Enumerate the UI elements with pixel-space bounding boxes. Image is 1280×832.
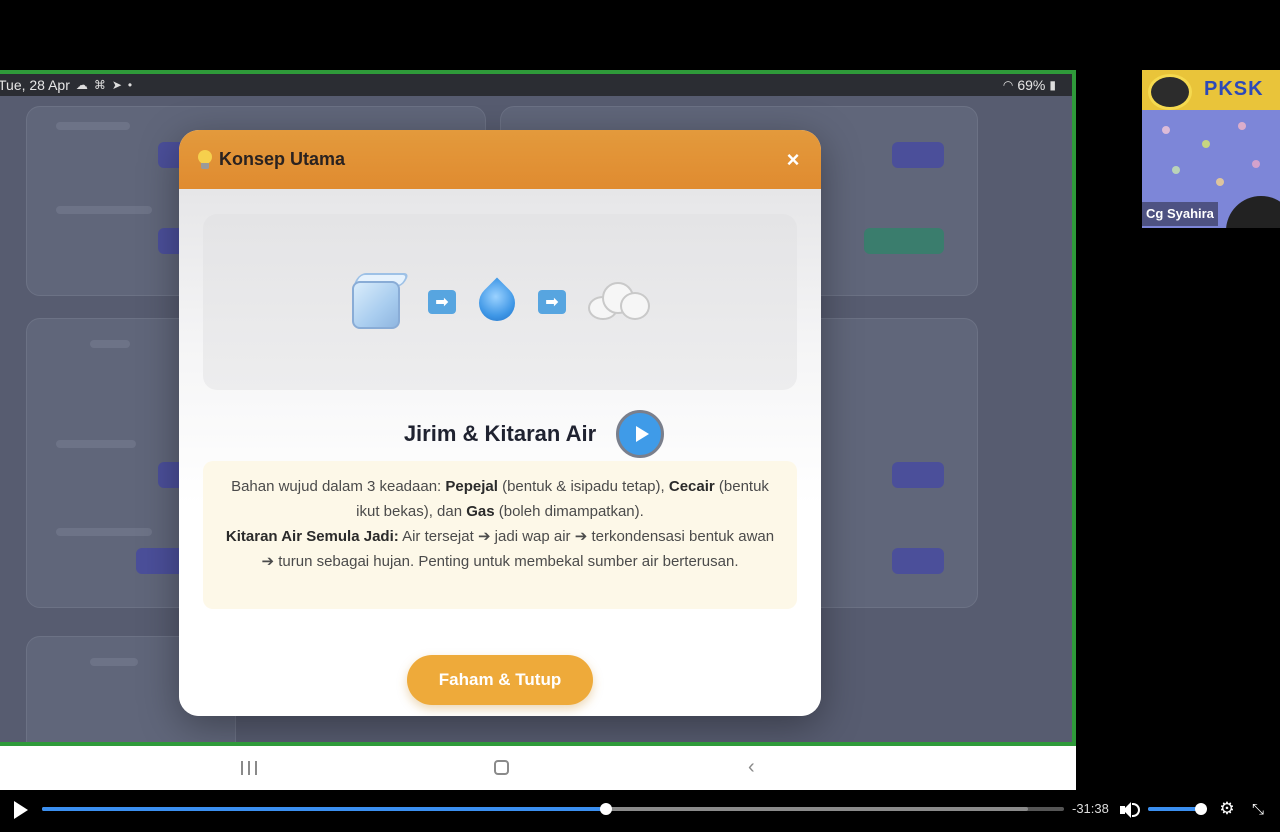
webcam-thumbnail: PKSK Cg Syahira xyxy=(1142,70,1280,228)
modal-title-group: Konsep Utama xyxy=(197,149,345,170)
progress-handle[interactable] xyxy=(600,803,613,815)
volume-slider[interactable] xyxy=(1148,803,1208,815)
home-icon[interactable] xyxy=(494,760,509,775)
concept-description: Bahan wujud dalam 3 keadaan: Pepejal (be… xyxy=(203,461,797,609)
understand-close-button[interactable]: Faham & Tutup xyxy=(407,655,593,705)
bg-line xyxy=(56,528,152,536)
wifi-icon: ◠ xyxy=(1002,78,1014,92)
bg-line xyxy=(56,440,136,448)
bg-button xyxy=(892,462,944,488)
topic-title: Jirim & Kitaran Air xyxy=(403,421,597,446)
player-controls: -31:38 ⚙ ⤡ xyxy=(0,790,1280,832)
right-arrow-icon: ➡ xyxy=(538,290,566,314)
water-cycle-illustration: ➡ ➡ xyxy=(203,214,797,390)
bg-button xyxy=(864,228,944,254)
status-bar: Tue, 28 Apr ☁ ⌘ ➤ • ◠ 69% ▮ xyxy=(0,74,1072,96)
volume-fill xyxy=(1148,807,1202,811)
bg-button xyxy=(892,142,944,168)
lightbulb-icon xyxy=(197,149,213,170)
progress-fill xyxy=(42,807,607,811)
battery-percent: 69% xyxy=(1017,77,1046,93)
volume-wave-icon xyxy=(1132,803,1140,817)
notification-dot-icon: • xyxy=(127,78,133,92)
play-audio-icon[interactable] xyxy=(616,410,664,458)
water-drop-icon xyxy=(476,271,518,333)
modal-title: Konsep Utama xyxy=(219,149,346,169)
exit-fullscreen-icon[interactable]: ⤡ xyxy=(1249,801,1267,819)
telegram-icon: ➤ xyxy=(111,78,122,92)
bg-line xyxy=(90,340,130,348)
bg-line xyxy=(56,122,130,130)
volume-handle[interactable] xyxy=(1195,803,1208,815)
webcam-logo: PKSK xyxy=(1204,78,1264,100)
gear-icon[interactable]: ⚙ xyxy=(1219,800,1235,817)
bg-line xyxy=(90,658,138,666)
participant-video xyxy=(1226,196,1280,228)
cloud-icon: ☁ xyxy=(75,78,88,92)
cloud-icon xyxy=(586,278,652,326)
description-paragraph: Bahan wujud dalam 3 keadaan: Pepejal (be… xyxy=(231,478,769,520)
back-icon[interactable]: ‹ xyxy=(748,757,760,777)
modal-header: Konsep Utama × xyxy=(179,130,821,189)
modal-body: ➡ ➡ Jirim & Kitaran Air Bahan wujud dala… xyxy=(179,189,821,716)
concept-modal: Konsep Utama × ➡ ➡ Jirim & Kitaran Air B… xyxy=(179,130,821,716)
recent-apps-icon[interactable] xyxy=(241,761,257,775)
topic-row: Jirim & Kitaran Air xyxy=(179,409,821,459)
battery-icon: ▮ xyxy=(1049,78,1056,92)
progress-bar[interactable] xyxy=(42,803,1064,815)
description-paragraph: Kitaran Air Semula Jadi: Air tersejat ➔ … xyxy=(225,528,775,570)
time-remaining: -31:38 xyxy=(1072,801,1109,816)
bg-line xyxy=(56,206,152,214)
shared-screen: Tue, 28 Apr ☁ ⌘ ➤ • ◠ 69% ▮ Konsep Utama… xyxy=(0,70,1076,746)
participant-name: Cg Syahira xyxy=(1142,202,1218,226)
app-grid-icon: ⌘ xyxy=(93,78,106,92)
status-date: Tue, 28 Apr xyxy=(0,77,70,93)
close-icon[interactable]: × xyxy=(781,147,805,172)
android-nav-bar: ‹ xyxy=(0,746,1076,790)
bg-button xyxy=(892,548,944,574)
video-player: Tue, 28 Apr ☁ ⌘ ➤ • ◠ 69% ▮ Konsep Utama… xyxy=(0,0,1280,832)
play-icon[interactable] xyxy=(14,801,28,819)
right-arrow-icon: ➡ xyxy=(428,290,456,314)
logo-badge-icon xyxy=(1148,74,1192,110)
ice-cube-icon xyxy=(348,271,411,333)
